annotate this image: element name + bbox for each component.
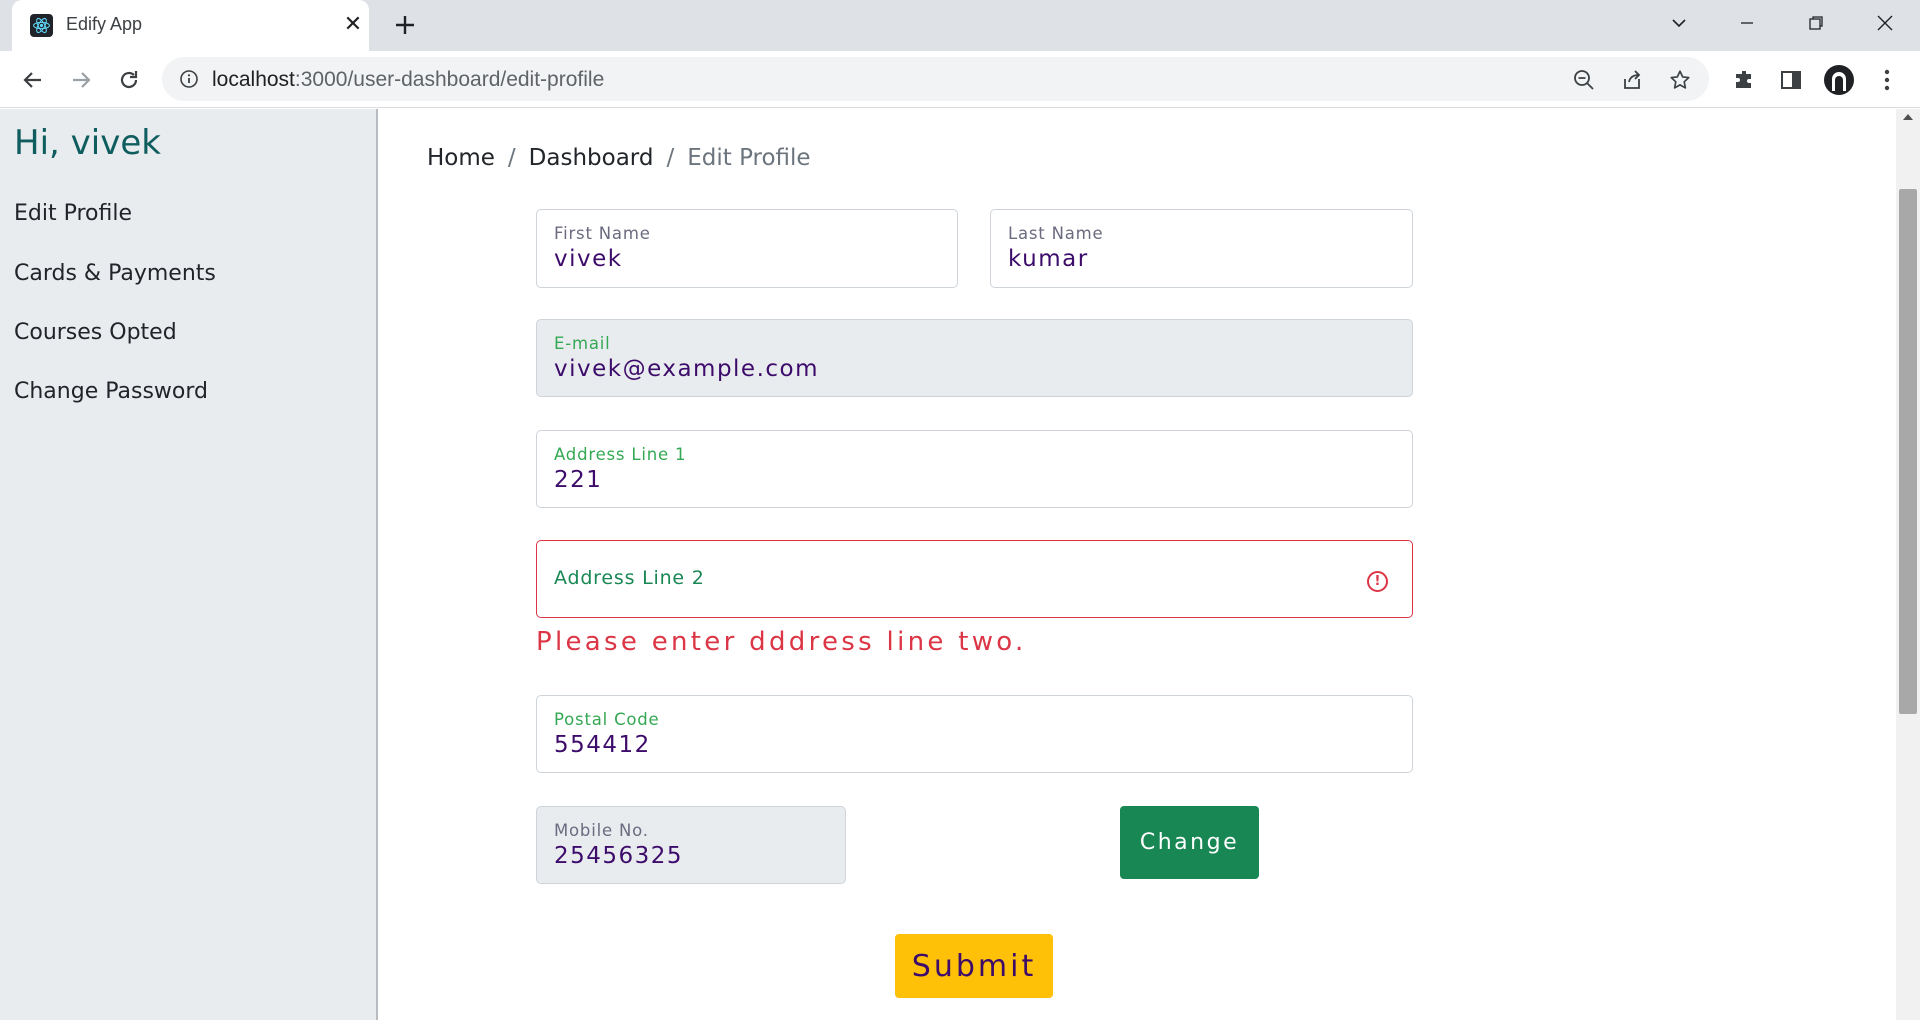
new-tab-icon[interactable] bbox=[390, 10, 420, 40]
browser-toolbar: localhost:3000/user-dashboard/edit-profi… bbox=[0, 51, 1920, 108]
tab-title: Edify App bbox=[66, 14, 143, 34]
sidebar-item-courses-opted[interactable]: Courses Opted bbox=[14, 320, 177, 345]
mobile-value: 25456325 bbox=[554, 843, 684, 869]
browser-tab[interactable]: Edify App ✕ bbox=[12, 0, 369, 51]
postal-code-label: Postal Code bbox=[554, 710, 660, 729]
first-name-field[interactable]: First Name vivek bbox=[536, 209, 958, 288]
url-text: localhost:3000/user-dashboard/edit-profi… bbox=[212, 68, 604, 92]
mobile-field: Mobile No. 25456325 bbox=[536, 806, 846, 884]
address-bar[interactable]: localhost:3000/user-dashboard/edit-profi… bbox=[162, 57, 1709, 101]
extensions-icon[interactable] bbox=[1728, 64, 1760, 96]
address-line-2-field[interactable]: Address Line 2 ! bbox=[536, 540, 1413, 618]
email-label: E-mail bbox=[554, 334, 611, 353]
first-name-value: vivek bbox=[554, 246, 623, 272]
reload-icon[interactable] bbox=[113, 64, 145, 96]
email-field: E-mail vivek@example.com bbox=[536, 319, 1413, 397]
restore-icon[interactable] bbox=[1796, 8, 1836, 38]
bookmark-star-icon[interactable] bbox=[1667, 67, 1693, 93]
react-logo-icon bbox=[30, 14, 53, 37]
address-line-1-value: 221 bbox=[554, 467, 603, 493]
sidebar-item-change-password[interactable]: Change Password bbox=[14, 379, 208, 404]
window-close-icon[interactable] bbox=[1865, 8, 1905, 38]
postal-code-field[interactable]: Postal Code 554412 bbox=[536, 695, 1413, 773]
url-path: :3000/user-dashboard/edit-profile bbox=[294, 68, 605, 91]
tab-search-icon[interactable] bbox=[1659, 8, 1699, 38]
menu-kebab-icon[interactable] bbox=[1871, 64, 1903, 96]
scroll-up-arrow-icon[interactable] bbox=[1903, 114, 1913, 120]
breadcrumb: Home / Dashboard / Edit Profile bbox=[427, 145, 811, 171]
address-line-1-field[interactable]: Address Line 1 221 bbox=[536, 430, 1413, 508]
last-name-label: Last Name bbox=[1008, 224, 1104, 243]
page-content: Hi, vivek Edit Profile Cards & Payments … bbox=[0, 109, 1920, 1020]
change-mobile-button[interactable]: Change bbox=[1120, 806, 1259, 879]
address-line-2-label: Address Line 2 bbox=[554, 567, 705, 589]
minimize-icon[interactable] bbox=[1727, 8, 1767, 38]
zoom-out-icon[interactable] bbox=[1571, 67, 1597, 93]
breadcrumb-separator: / bbox=[507, 145, 516, 171]
first-name-label: First Name bbox=[554, 224, 651, 243]
sidebar-item-edit-profile[interactable]: Edit Profile bbox=[14, 201, 132, 226]
scrollbar-thumb[interactable] bbox=[1899, 189, 1917, 714]
close-icon[interactable]: ✕ bbox=[340, 11, 366, 37]
forward-arrow-icon[interactable] bbox=[65, 64, 97, 96]
url-host: localhost bbox=[212, 68, 295, 91]
submit-button[interactable]: Submit bbox=[895, 934, 1053, 998]
sidebar: Hi, vivek Edit Profile Cards & Payments … bbox=[0, 109, 378, 1020]
exclamation-circle-icon: ! bbox=[1367, 571, 1388, 592]
sidebar-item-cards-payments[interactable]: Cards & Payments bbox=[14, 261, 216, 286]
greeting-heading: Hi, vivek bbox=[14, 123, 161, 163]
share-icon[interactable] bbox=[1619, 67, 1645, 93]
site-info-icon[interactable] bbox=[178, 68, 200, 90]
breadcrumb-separator: / bbox=[666, 145, 675, 171]
last-name-field[interactable]: Last Name kumar bbox=[990, 209, 1413, 288]
postal-code-value: 554412 bbox=[554, 732, 651, 758]
breadcrumb-current: Edit Profile bbox=[687, 145, 811, 171]
page-scrollbar[interactable] bbox=[1896, 109, 1920, 1020]
back-arrow-icon[interactable] bbox=[17, 64, 49, 96]
breadcrumb-dashboard[interactable]: Dashboard bbox=[529, 145, 654, 171]
mobile-label: Mobile No. bbox=[554, 821, 649, 840]
last-name-value: kumar bbox=[1008, 246, 1089, 272]
side-panel-icon[interactable] bbox=[1775, 64, 1807, 96]
profile-avatar-icon[interactable] bbox=[1823, 64, 1855, 96]
address-line-1-label: Address Line 1 bbox=[554, 445, 687, 464]
email-value: vivek@example.com bbox=[554, 356, 820, 382]
address-line-2-error: Please enter dddress line two. bbox=[536, 627, 1027, 657]
tab-strip: Edify App ✕ bbox=[0, 0, 1920, 51]
breadcrumb-home[interactable]: Home bbox=[427, 145, 495, 171]
